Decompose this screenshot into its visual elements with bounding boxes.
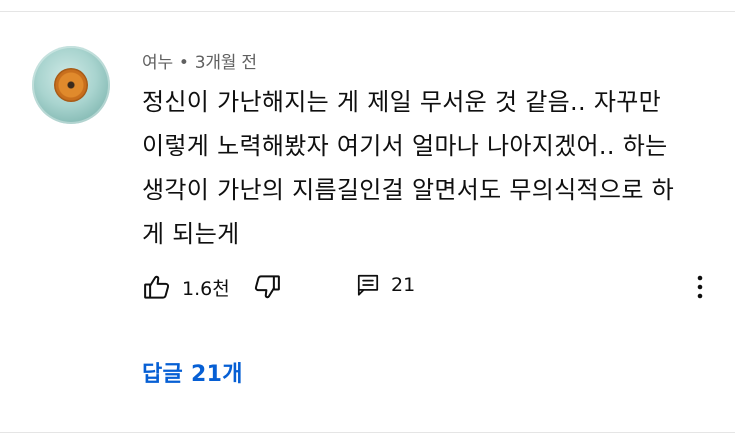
reply-count: 21 xyxy=(391,274,416,296)
comment-line: 정신이 가난해지는 게 제일 무서운 것 같음.. 자꾸만 xyxy=(142,88,661,116)
avatar-image xyxy=(54,68,88,102)
comment-actions: 1.6천 21 xyxy=(140,272,720,304)
comment-line: 생각이 가난의 지름길인걸 알면서도 무의식적으로 하 xyxy=(142,176,675,204)
more-options-button[interactable] xyxy=(688,272,712,302)
comment-timestamp[interactable]: 3개월 전 xyxy=(195,53,257,73)
reply-icon xyxy=(355,272,381,298)
comment-text: 정신이 가난해지는 게 제일 무서운 것 같음.. 자꾸만 이렇게 노력해봤자 … xyxy=(142,80,712,256)
like-count: 1.6천 xyxy=(182,277,230,300)
dislike-button[interactable] xyxy=(252,272,282,302)
avatar[interactable] xyxy=(32,46,110,124)
dislike-icon xyxy=(252,272,282,302)
like-button[interactable]: 1.6천 xyxy=(142,272,230,302)
bottom-divider xyxy=(0,432,735,433)
comment-meta: 여누 • 3개월 전 xyxy=(142,48,257,73)
comment-line: 게 되는게 xyxy=(142,220,240,248)
top-divider xyxy=(0,11,735,12)
view-replies-button[interactable]: 답글 21개 xyxy=(142,356,243,388)
comment-line: 이렇게 노력해봤자 여기서 얼마나 나아지겠어.. 하는 xyxy=(142,132,668,160)
reply-button[interactable]: 21 xyxy=(355,272,415,298)
author-name[interactable]: 여누 xyxy=(142,53,173,73)
more-vert-icon xyxy=(688,272,712,302)
meta-separator: • xyxy=(178,53,189,73)
like-icon xyxy=(142,272,172,302)
